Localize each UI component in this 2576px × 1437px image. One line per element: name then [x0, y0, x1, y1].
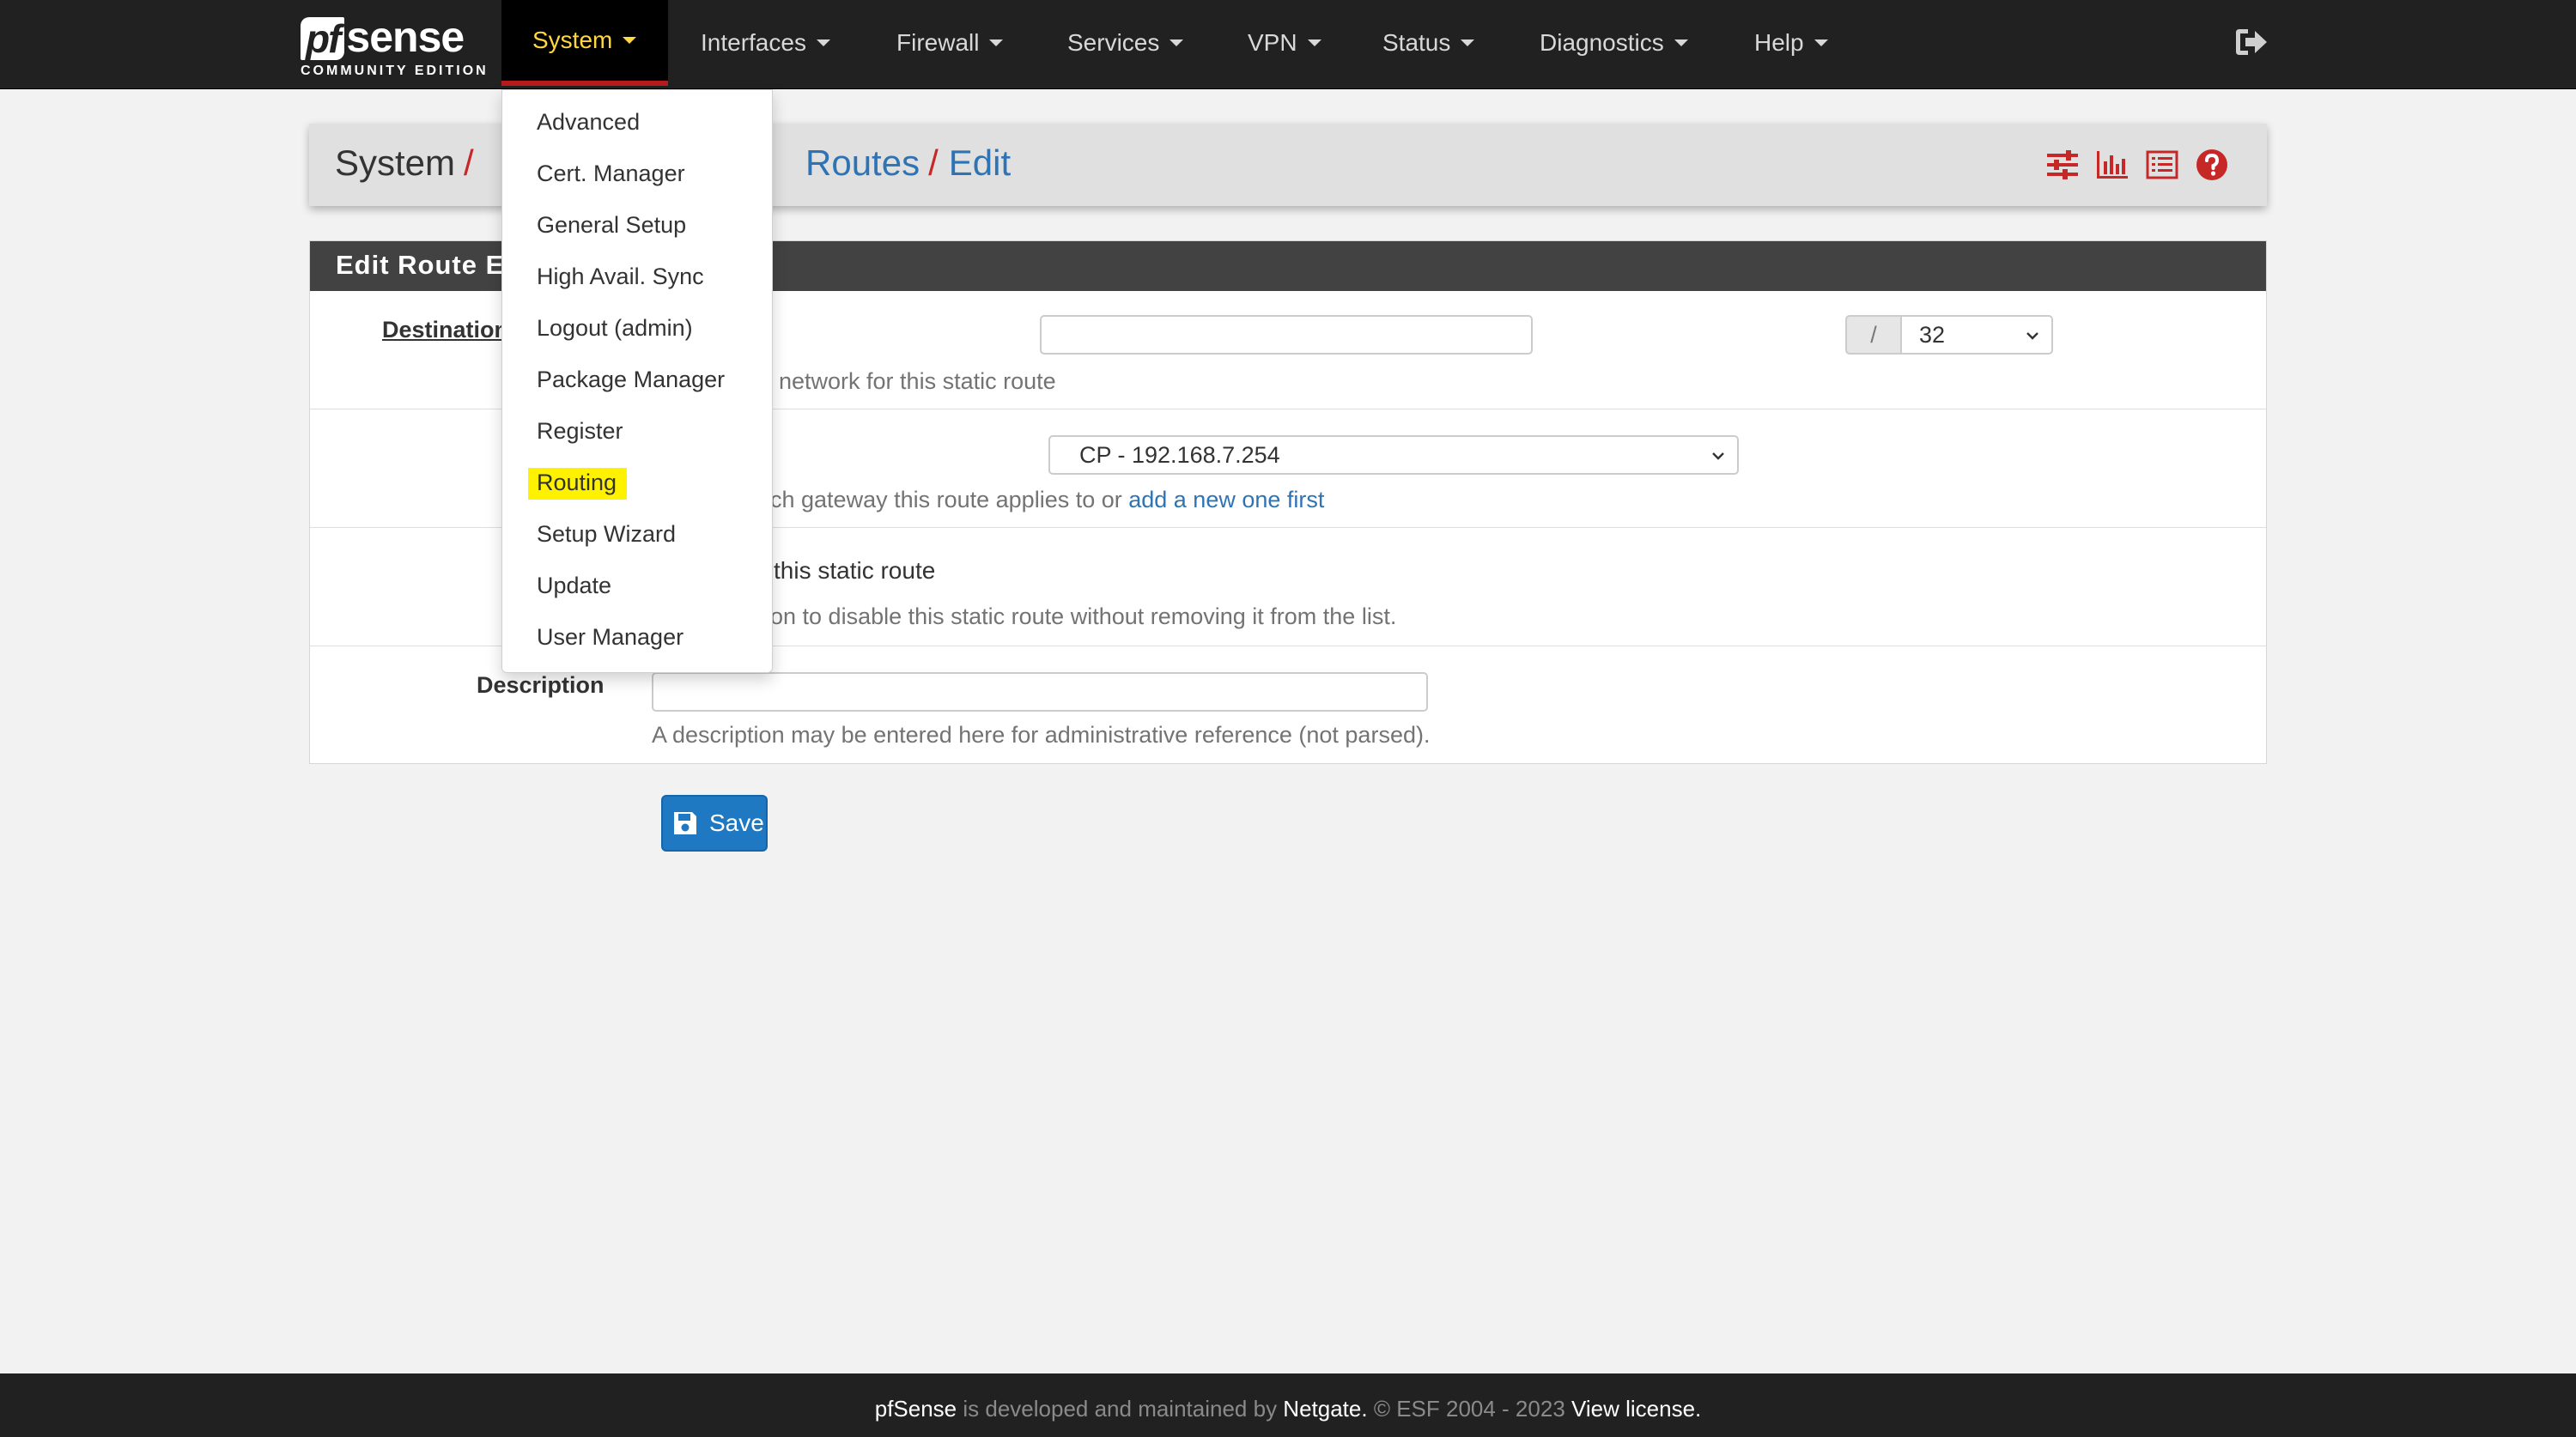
menu-item-high-avail-sync[interactable]: High Avail. Sync: [537, 264, 704, 290]
system-dropdown-menu: Advanced Cert. Manager General Setup Hig…: [501, 89, 773, 673]
destination-help-text: network for this static route: [779, 368, 1056, 394]
caret-down-icon: [1814, 39, 1828, 46]
bar-chart-icon[interactable]: [2095, 148, 2129, 182]
caret-down-icon: [623, 37, 637, 44]
destination-help: network for this static route: [779, 368, 1056, 395]
nav-system-label: System: [532, 27, 613, 53]
breadcrumb-tools: [2045, 148, 2229, 182]
destination-input[interactable]: [1040, 315, 1533, 355]
description-help: A description may be entered here for ad…: [652, 722, 1431, 748]
add-gateway-link[interactable]: add a new one first: [1128, 487, 1324, 512]
logo-pf: pf: [301, 17, 345, 60]
caret-down-icon: [1674, 39, 1688, 46]
netmask-value: 32: [1919, 322, 1946, 348]
chevron-down-icon: [2026, 332, 2038, 340]
breadcrumb-routes-group: Routes / Edit: [805, 142, 1011, 184]
nav-interfaces[interactable]: Interfaces: [701, 0, 830, 86]
nav-help-label: Help: [1754, 29, 1804, 56]
sign-out-icon[interactable]: [2234, 27, 2269, 57]
logo-mark: pf sense: [301, 10, 484, 60]
breadcrumb-separator: /: [928, 142, 939, 183]
footer-copyright: © ESF 2004 - 2023: [1367, 1396, 1571, 1422]
save-label: Save: [709, 809, 764, 836]
logo-sense: sense: [346, 13, 465, 61]
nav-status[interactable]: Status: [1382, 0, 1475, 86]
pfsense-logo[interactable]: pf sense COMMUNITY EDITION: [301, 10, 489, 82]
footer-license-link[interactable]: View license.: [1571, 1396, 1701, 1422]
menu-item-user-manager[interactable]: User Manager: [537, 624, 683, 651]
question-circle-icon[interactable]: [2195, 148, 2229, 182]
menu-item-register[interactable]: Register: [537, 418, 623, 445]
gateway-help-text: ich gateway this route applies to or: [765, 487, 1129, 512]
caret-down-icon: [989, 39, 1004, 46]
breadcrumb-edit-link[interactable]: Edit: [949, 142, 1011, 183]
nav-interfaces-label: Interfaces: [701, 29, 806, 56]
menu-item-setup-wizard[interactable]: Setup Wizard: [537, 521, 676, 548]
chevron-down-icon: [1712, 452, 1724, 460]
breadcrumb-system: System: [335, 142, 456, 183]
breadcrumb-routes-link[interactable]: Routes: [805, 142, 920, 183]
disabled-help: ion to disable this static route without…: [765, 603, 1397, 629]
mask-separator: /: [1845, 315, 1900, 355]
footer-brand-link[interactable]: pfSense: [875, 1396, 957, 1422]
save-icon: [674, 812, 696, 834]
description-input[interactable]: [652, 672, 1428, 712]
save-button[interactable]: Save: [661, 795, 768, 852]
gateway-help: ich gateway this route applies to or add…: [765, 487, 1324, 513]
gateway-select[interactable]: CP - 192.168.7.254: [1048, 435, 1739, 475]
nav-diagnostics-label: Diagnostics: [1540, 29, 1664, 56]
nav-help[interactable]: Help: [1754, 0, 1828, 86]
menu-item-cert-manager[interactable]: Cert. Manager: [537, 161, 685, 187]
caret-down-icon: [1461, 39, 1475, 46]
gateway-value: CP - 192.168.7.254: [1079, 442, 1280, 468]
nav-services[interactable]: Services: [1067, 0, 1184, 86]
top-navbar: pf sense COMMUNITY EDITION System Interf…: [0, 0, 2576, 89]
menu-item-logout[interactable]: Logout (admin): [537, 315, 693, 342]
destination-label: Destination: [382, 317, 509, 343]
caret-down-icon: [1170, 39, 1184, 46]
nav-firewall[interactable]: Firewall: [896, 0, 1004, 86]
netmask-select[interactable]: 32: [1900, 315, 2053, 355]
menu-item-routing[interactable]: Routing: [528, 468, 628, 500]
breadcrumb: System / Routes / Edit: [335, 142, 1011, 184]
breadcrumb-separator: /: [464, 142, 474, 183]
menu-item-general-setup[interactable]: General Setup: [537, 212, 686, 239]
footer: pfSense is developed and maintained by N…: [0, 1373, 2576, 1437]
nav-vpn[interactable]: VPN: [1248, 0, 1321, 86]
edition-label: COMMUNITY EDITION: [301, 64, 489, 78]
caret-down-icon: [816, 39, 830, 46]
menu-item-package-manager[interactable]: Package Manager: [537, 367, 725, 393]
nav-system[interactable]: System: [501, 0, 668, 86]
description-label: Description: [477, 672, 605, 698]
menu-item-update[interactable]: Update: [537, 573, 611, 599]
list-icon[interactable]: [2145, 148, 2179, 182]
nav-services-label: Services: [1067, 29, 1160, 56]
nav-firewall-label: Firewall: [896, 29, 980, 56]
nav-diagnostics[interactable]: Diagnostics: [1540, 0, 1688, 86]
footer-netgate-link[interactable]: Netgate.: [1283, 1396, 1367, 1422]
sliders-icon[interactable]: [2045, 148, 2080, 182]
disable-route-checkbox-label[interactable]: this static route: [774, 557, 935, 585]
footer-text: is developed and maintained by: [957, 1396, 1284, 1422]
nav-status-label: Status: [1382, 29, 1451, 56]
caret-down-icon: [1307, 39, 1321, 46]
menu-item-advanced[interactable]: Advanced: [537, 109, 640, 136]
nav-vpn-label: VPN: [1248, 29, 1297, 56]
